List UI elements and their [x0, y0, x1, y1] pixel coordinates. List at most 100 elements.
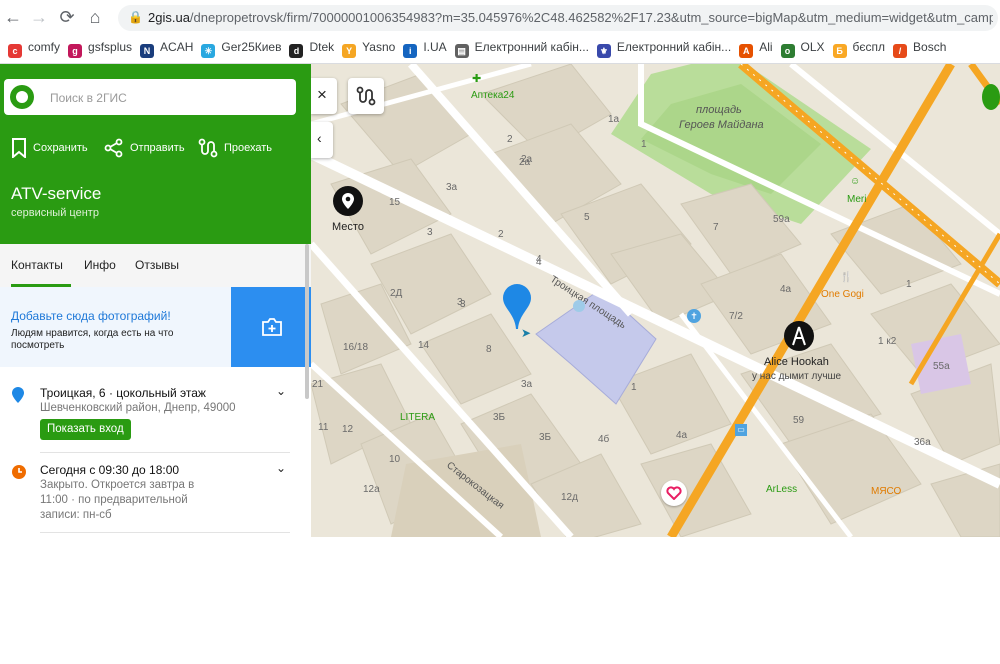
add-photo-link[interactable]: Добавьте сюда фотографий!	[11, 309, 171, 323]
bookmark-item[interactable]: d Dtek	[289, 35, 334, 63]
bookmark-label: Dtek	[309, 40, 335, 54]
save-button[interactable]: Сохранить	[11, 136, 88, 160]
bookmark-item[interactable]: ✳ Ger25Киев	[201, 35, 281, 63]
address-bar[interactable]: 🔒 2gis.ua/dnepropetrovsk/firm/7000000100…	[118, 5, 998, 31]
2gis-logo-icon[interactable]	[10, 85, 34, 109]
place-marker[interactable]	[333, 186, 363, 216]
search-input[interactable]	[48, 87, 282, 109]
bookmark-item[interactable]: ⚜ Електронний кабін...	[596, 35, 732, 63]
url-path: /dnepropetrovsk/firm/70000001006354983?m…	[189, 10, 993, 25]
bookmark-item[interactable]: g gsfsplus	[68, 35, 132, 63]
route-label: Проехать	[224, 142, 273, 154]
house-number: 1	[641, 139, 647, 150]
tab-reviews[interactable]: Отзывы	[135, 258, 179, 272]
save-label: Сохранить	[33, 142, 88, 154]
bookmark-icon	[12, 138, 26, 160]
chevron-down-icon[interactable]: ⌄	[276, 461, 286, 475]
fountain-icon	[573, 300, 585, 312]
lock-icon: 🔒	[128, 10, 143, 24]
poi-litera[interactable]: LITERA	[400, 412, 435, 423]
house-number: 55a	[933, 361, 950, 372]
forward-icon[interactable]: →	[28, 6, 50, 28]
bookmark-item[interactable]: N ACAH	[140, 35, 193, 63]
house-number: 12	[342, 424, 354, 435]
bookmark-item[interactable]: o OLX	[780, 35, 825, 63]
poi-alice[interactable]: Alice Hookah	[764, 356, 829, 368]
close-panel-button[interactable]: ×	[311, 78, 337, 114]
house-number: 1	[906, 279, 912, 290]
clock-icon	[12, 465, 26, 479]
bookmark-label: Yasno	[362, 40, 396, 54]
show-entrance-button[interactable]: Показать вход	[40, 419, 131, 440]
house-number: 2Д	[390, 288, 403, 299]
address-sub: Шевченковский район, Днепр, 49000	[40, 402, 236, 414]
poi-meri[interactable]: Meri	[847, 194, 866, 205]
hours-main: Сегодня с 09:30 до 18:00	[40, 463, 180, 477]
tab-contacts[interactable]: Контакты	[11, 258, 63, 272]
poi-mesto[interactable]: Место	[332, 221, 364, 233]
house-number: 3Б	[539, 432, 552, 443]
search-box[interactable]	[4, 79, 296, 115]
share-button[interactable]: Отправить	[104, 136, 185, 160]
map-pin-green-icon[interactable]	[982, 84, 1000, 110]
bookmark-item[interactable]: i I.UA	[403, 35, 447, 63]
bookmark-label: OLX	[800, 40, 825, 54]
bookmark-item[interactable]: ▤ Електронний кабін...	[454, 35, 589, 63]
collapse-panel-button[interactable]: ‹	[311, 122, 333, 158]
house-number: 2a	[519, 157, 531, 168]
divider	[40, 532, 290, 533]
bookmark-favicon-icon: o	[780, 44, 795, 58]
poi-myaso[interactable]: МЯСО	[871, 486, 901, 497]
tab-info[interactable]: Инфо	[84, 258, 116, 272]
route-mode-button[interactable]	[348, 78, 384, 114]
place-pin-icon	[342, 193, 354, 209]
panel-scrollbar[interactable]	[305, 244, 309, 399]
route-button[interactable]: Проехать	[198, 136, 272, 160]
add-photo-button[interactable]	[231, 287, 311, 367]
home-icon[interactable]: ⌂	[84, 6, 106, 28]
bookmark-item[interactable]: A Ali	[739, 35, 773, 63]
bookmark-item[interactable]: Ббєспл	[832, 35, 885, 63]
reload-icon[interactable]: ⟳	[56, 6, 78, 28]
poi-arless[interactable]: ArLess	[766, 484, 797, 495]
house-number: 3Б	[493, 412, 506, 423]
house-number: 4	[536, 254, 542, 265]
map-canvas[interactable]: × ‹ ✚ Аптека24 площадь Героев Майдана Ме…	[311, 64, 1000, 537]
food-icon: 🍴	[840, 272, 853, 283]
bookmark-label: Ger25Киев	[221, 40, 282, 54]
location-pin-icon	[12, 387, 24, 403]
bookmark-label: ACAH	[160, 40, 194, 54]
house-number: 11	[318, 422, 329, 433]
alice-marker[interactable]	[784, 321, 814, 351]
poi-alice-sub: у нас дымит лучше	[752, 371, 842, 382]
pharmacy-icon[interactable]: ✚	[472, 72, 481, 85]
browser-toolbar: ← → ⟳ ⌂ 🔒 2gis.ua/dnepropetrovsk/firm/70…	[0, 0, 1000, 35]
bookmark-item[interactable]: c comfy	[8, 35, 60, 63]
bookmark-label: Електронний кабін...	[616, 40, 732, 54]
chevron-left-icon: ‹	[317, 130, 322, 146]
house-number: 4a	[780, 284, 792, 295]
house-number: 1a	[608, 114, 620, 125]
add-photo-text: Людям нравится, когда есть на что посмот…	[11, 328, 174, 351]
house-number: 1 к2	[878, 336, 897, 347]
address-main: Троицкая, 6 · цокольный этаж	[40, 386, 206, 400]
add-photo-block: Добавьте сюда фотографий! Людям нравится…	[0, 287, 311, 367]
poi-onegogi[interactable]: One Gogi	[821, 289, 864, 300]
route-icon	[198, 138, 218, 158]
bookmark-favicon-icon: /	[893, 44, 908, 58]
back-icon[interactable]: ←	[2, 6, 24, 28]
house-number: 5	[584, 212, 590, 223]
camera-plus-icon	[262, 318, 282, 336]
house-number: 8	[486, 344, 492, 355]
poi-apteka[interactable]: Аптека24	[471, 90, 514, 101]
close-icon: ×	[317, 85, 327, 104]
bookmark-label: gsfsplus	[88, 40, 133, 54]
selected-location-pin[interactable]	[503, 284, 531, 330]
bookmark-item[interactable]: Y Yasno	[342, 35, 395, 63]
bookmark-item[interactable]: / Bosch	[893, 35, 946, 63]
house-number: 59	[793, 415, 805, 426]
heart-poi-icon[interactable]	[661, 480, 687, 506]
chevron-down-icon[interactable]: ⌄	[276, 384, 286, 398]
url-host: 2gis.ua	[148, 10, 190, 25]
house-number: 10	[389, 454, 401, 465]
